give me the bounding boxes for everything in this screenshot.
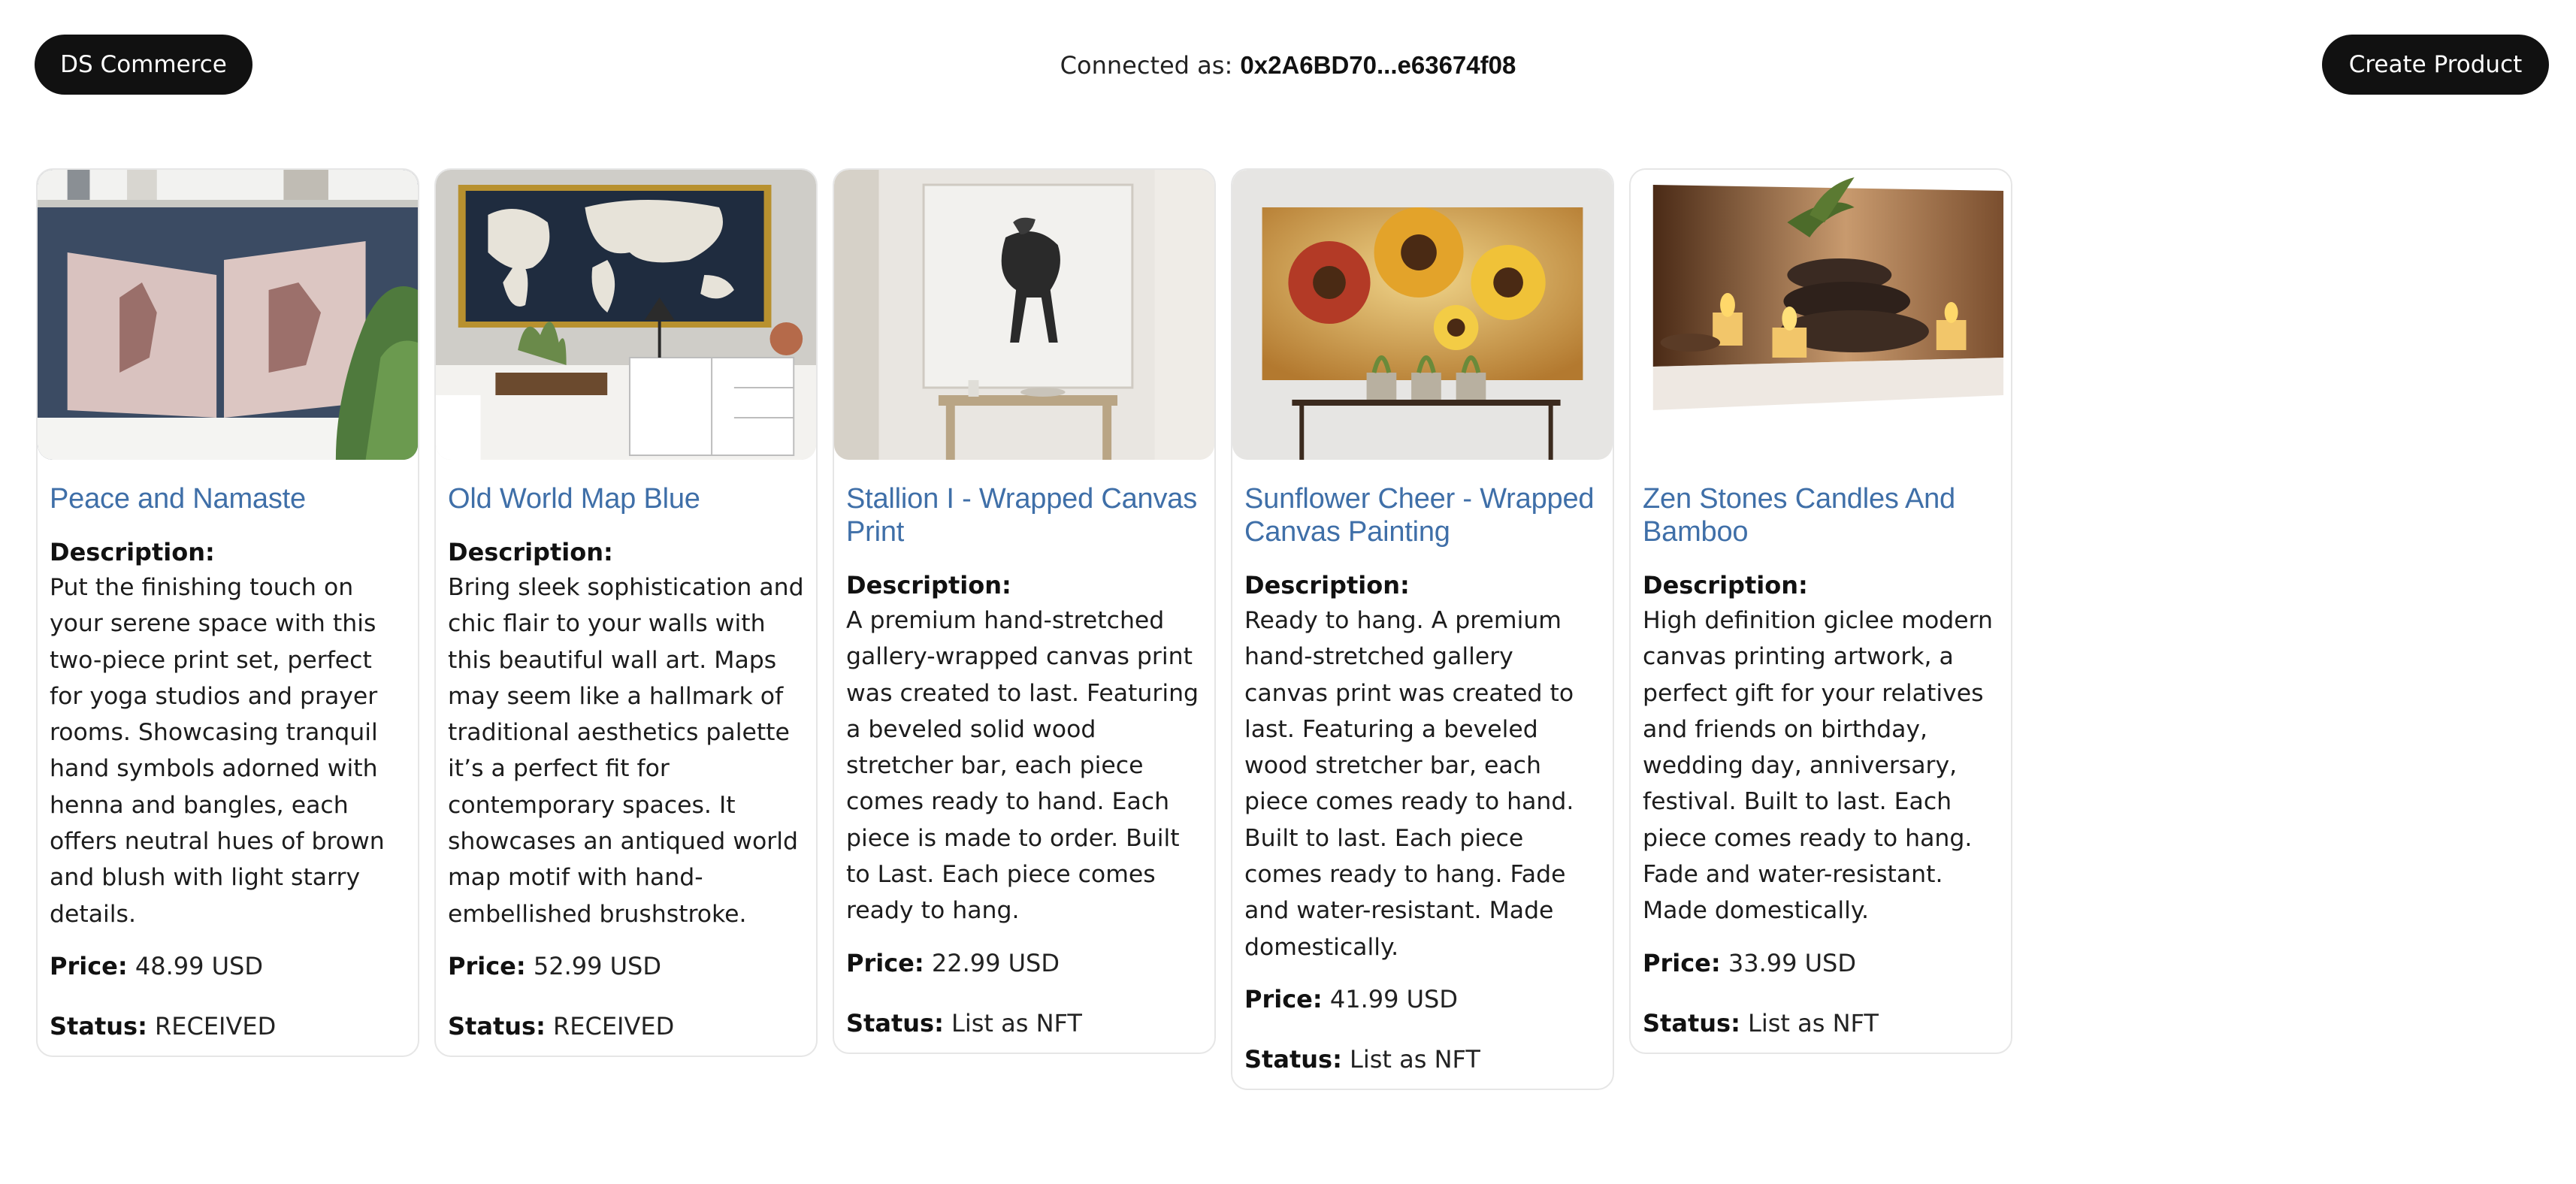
create-product-button[interactable]: Create Product: [2322, 35, 2549, 95]
product-card[interactable]: Peace and Namaste Description: Put the f…: [36, 168, 419, 1057]
product-image: [1232, 170, 1613, 460]
product-title[interactable]: Zen Stones Candles And Bamboo: [1643, 482, 1999, 548]
price-label: Price:: [1244, 984, 1323, 1013]
product-description: High definition giclee modern canvas pri…: [1643, 607, 1993, 925]
connected-label: Connected as:: [1060, 51, 1233, 80]
product-description: A premium hand-stretched gallery-wrapped…: [846, 607, 1199, 925]
status-value: RECEIVED: [155, 1011, 277, 1041]
product-card[interactable]: Zen Stones Candles And Bamboo Descriptio…: [1629, 168, 2012, 1054]
product-image: [1631, 170, 2011, 460]
product-card[interactable]: Old World Map Blue Description: Bring sl…: [434, 168, 818, 1057]
price-value: 33.99 USD: [1728, 948, 1856, 977]
status-value: List as NFT: [1748, 1008, 1879, 1038]
price-row: Price: 48.99 USD: [50, 949, 406, 983]
status-label: Status:: [448, 1011, 546, 1041]
description-label: Description:: [846, 571, 1011, 600]
product-image: [834, 170, 1214, 460]
status-row: Status: List as NFT: [1643, 1006, 1999, 1041]
status-label: Status:: [50, 1011, 147, 1041]
product-card[interactable]: Stallion I - Wrapped Canvas Print Descri…: [833, 168, 1216, 1054]
wallet-address: 0x2A6BD70...e63674f08: [1240, 51, 1516, 79]
price-value: 41.99 USD: [1329, 984, 1458, 1013]
description-label: Description:: [448, 538, 613, 566]
product-grid: Peace and Namaste Description: Put the f…: [36, 168, 2012, 1090]
status-value: List as NFT: [951, 1008, 1082, 1038]
product-title[interactable]: Old World Map Blue: [448, 482, 804, 515]
price-label: Price:: [448, 951, 526, 980]
status-row: Status: List as NFT: [1244, 1042, 1601, 1077]
status-row: Status: List as NFT: [846, 1006, 1202, 1041]
status-value: List as NFT: [1350, 1044, 1480, 1074]
product-title[interactable]: Stallion I - Wrapped Canvas Print: [846, 482, 1202, 548]
product-card[interactable]: Sunflower Cheer - Wrapped Canvas Paintin…: [1231, 168, 1614, 1090]
price-value: 48.99 USD: [135, 951, 263, 980]
top-bar: DS Commerce Connected as: 0x2A6BD70...e6…: [0, 0, 2576, 129]
product-description: Bring sleek sophistication and chic flai…: [448, 574, 804, 928]
price-value: 52.99 USD: [533, 951, 661, 980]
status-value: RECEIVED: [553, 1011, 675, 1041]
price-row: Price: 33.99 USD: [1643, 946, 1999, 980]
status-row: Status: RECEIVED: [50, 1009, 406, 1044]
price-label: Price:: [50, 951, 128, 980]
price-row: Price: 52.99 USD: [448, 949, 804, 983]
status-label: Status:: [846, 1008, 944, 1038]
product-image: [38, 170, 418, 460]
status-row: Status: RECEIVED: [448, 1009, 804, 1044]
connected-account: Connected as: 0x2A6BD70...e63674f08: [751, 48, 1825, 83]
price-value: 22.99 USD: [931, 948, 1060, 977]
status-label: Status:: [1643, 1008, 1740, 1038]
product-title[interactable]: Peace and Namaste: [50, 482, 406, 515]
status-label: Status:: [1244, 1044, 1342, 1074]
price-label: Price:: [846, 948, 924, 977]
price-row: Price: 22.99 USD: [846, 946, 1202, 980]
brand-button[interactable]: DS Commerce: [35, 35, 252, 95]
description-label: Description:: [50, 538, 215, 566]
description-label: Description:: [1643, 571, 1808, 600]
product-image: [436, 170, 816, 460]
description-label: Description:: [1244, 571, 1410, 600]
price-label: Price:: [1643, 948, 1721, 977]
product-title[interactable]: Sunflower Cheer - Wrapped Canvas Paintin…: [1244, 482, 1601, 548]
price-row: Price: 41.99 USD: [1244, 982, 1601, 1016]
product-description: Ready to hang. A premium hand-stretched …: [1244, 607, 1574, 961]
product-description: Put the finishing touch on your serene s…: [50, 574, 385, 928]
